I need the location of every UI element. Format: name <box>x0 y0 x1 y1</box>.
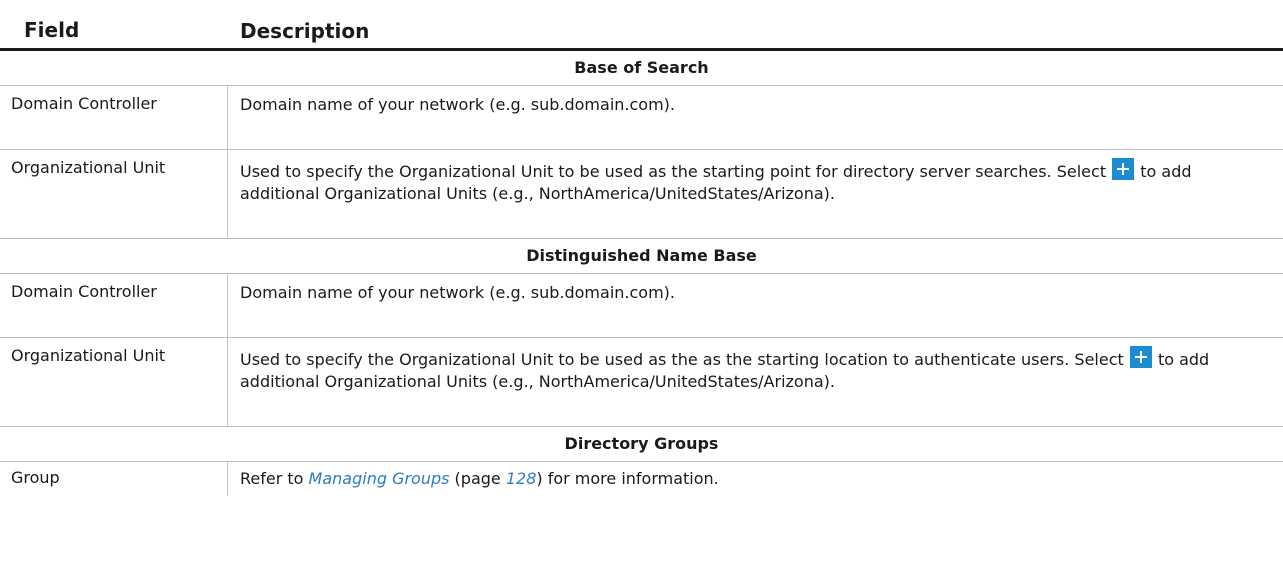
section-title-distinguished-name-base: Distinguished Name Base <box>0 239 1283 274</box>
add-plus-icon <box>1112 158 1135 180</box>
section-title-directory-groups: Directory Groups <box>0 427 1283 462</box>
table-row: Organizational Unit Used to specify the … <box>0 338 1283 427</box>
page-number-link[interactable]: 128 <box>506 469 537 488</box>
field-cell: Organizational Unit <box>0 150 228 238</box>
field-cell: Group <box>0 462 228 496</box>
field-cell: Domain Controller <box>0 86 228 149</box>
table-row: Domain Controller Domain name of your ne… <box>0 86 1283 150</box>
description-cell: Used to specify the Organizational Unit … <box>228 150 1283 238</box>
field-cell: Domain Controller <box>0 274 228 337</box>
description-text: Refer to <box>240 469 309 488</box>
table-row: Domain Controller Domain name of your ne… <box>0 274 1283 338</box>
description-text: ) for more information. <box>536 469 719 488</box>
table-header-row: Field Description <box>0 14 1283 51</box>
description-cell: Domain name of your network (e.g. sub.do… <box>240 283 675 302</box>
add-plus-icon <box>1129 346 1152 368</box>
managing-groups-link[interactable]: Managing Groups <box>309 469 450 488</box>
table-row: Organizational Unit Used to specify the … <box>0 150 1283 239</box>
field-cell: Organizational Unit <box>0 338 228 426</box>
header-field: Field <box>24 18 80 42</box>
table-row: Group Refer to Managing Groups (page 128… <box>0 462 1283 496</box>
description-text: Used to specify the Organizational Unit … <box>240 162 1112 181</box>
description-text: (page <box>449 469 506 488</box>
description-cell: Domain name of your network (e.g. sub.do… <box>240 95 675 114</box>
description-cell: Refer to Managing Groups (page 128) for … <box>228 462 1283 496</box>
section-title-base-of-search: Base of Search <box>0 51 1283 86</box>
header-description: Description <box>240 19 370 43</box>
description-text: Used to specify the Organizational Unit … <box>240 350 1129 369</box>
field-description-table: Field Description Base of Search Domain … <box>0 14 1283 496</box>
description-cell: Used to specify the Organizational Unit … <box>228 338 1283 426</box>
